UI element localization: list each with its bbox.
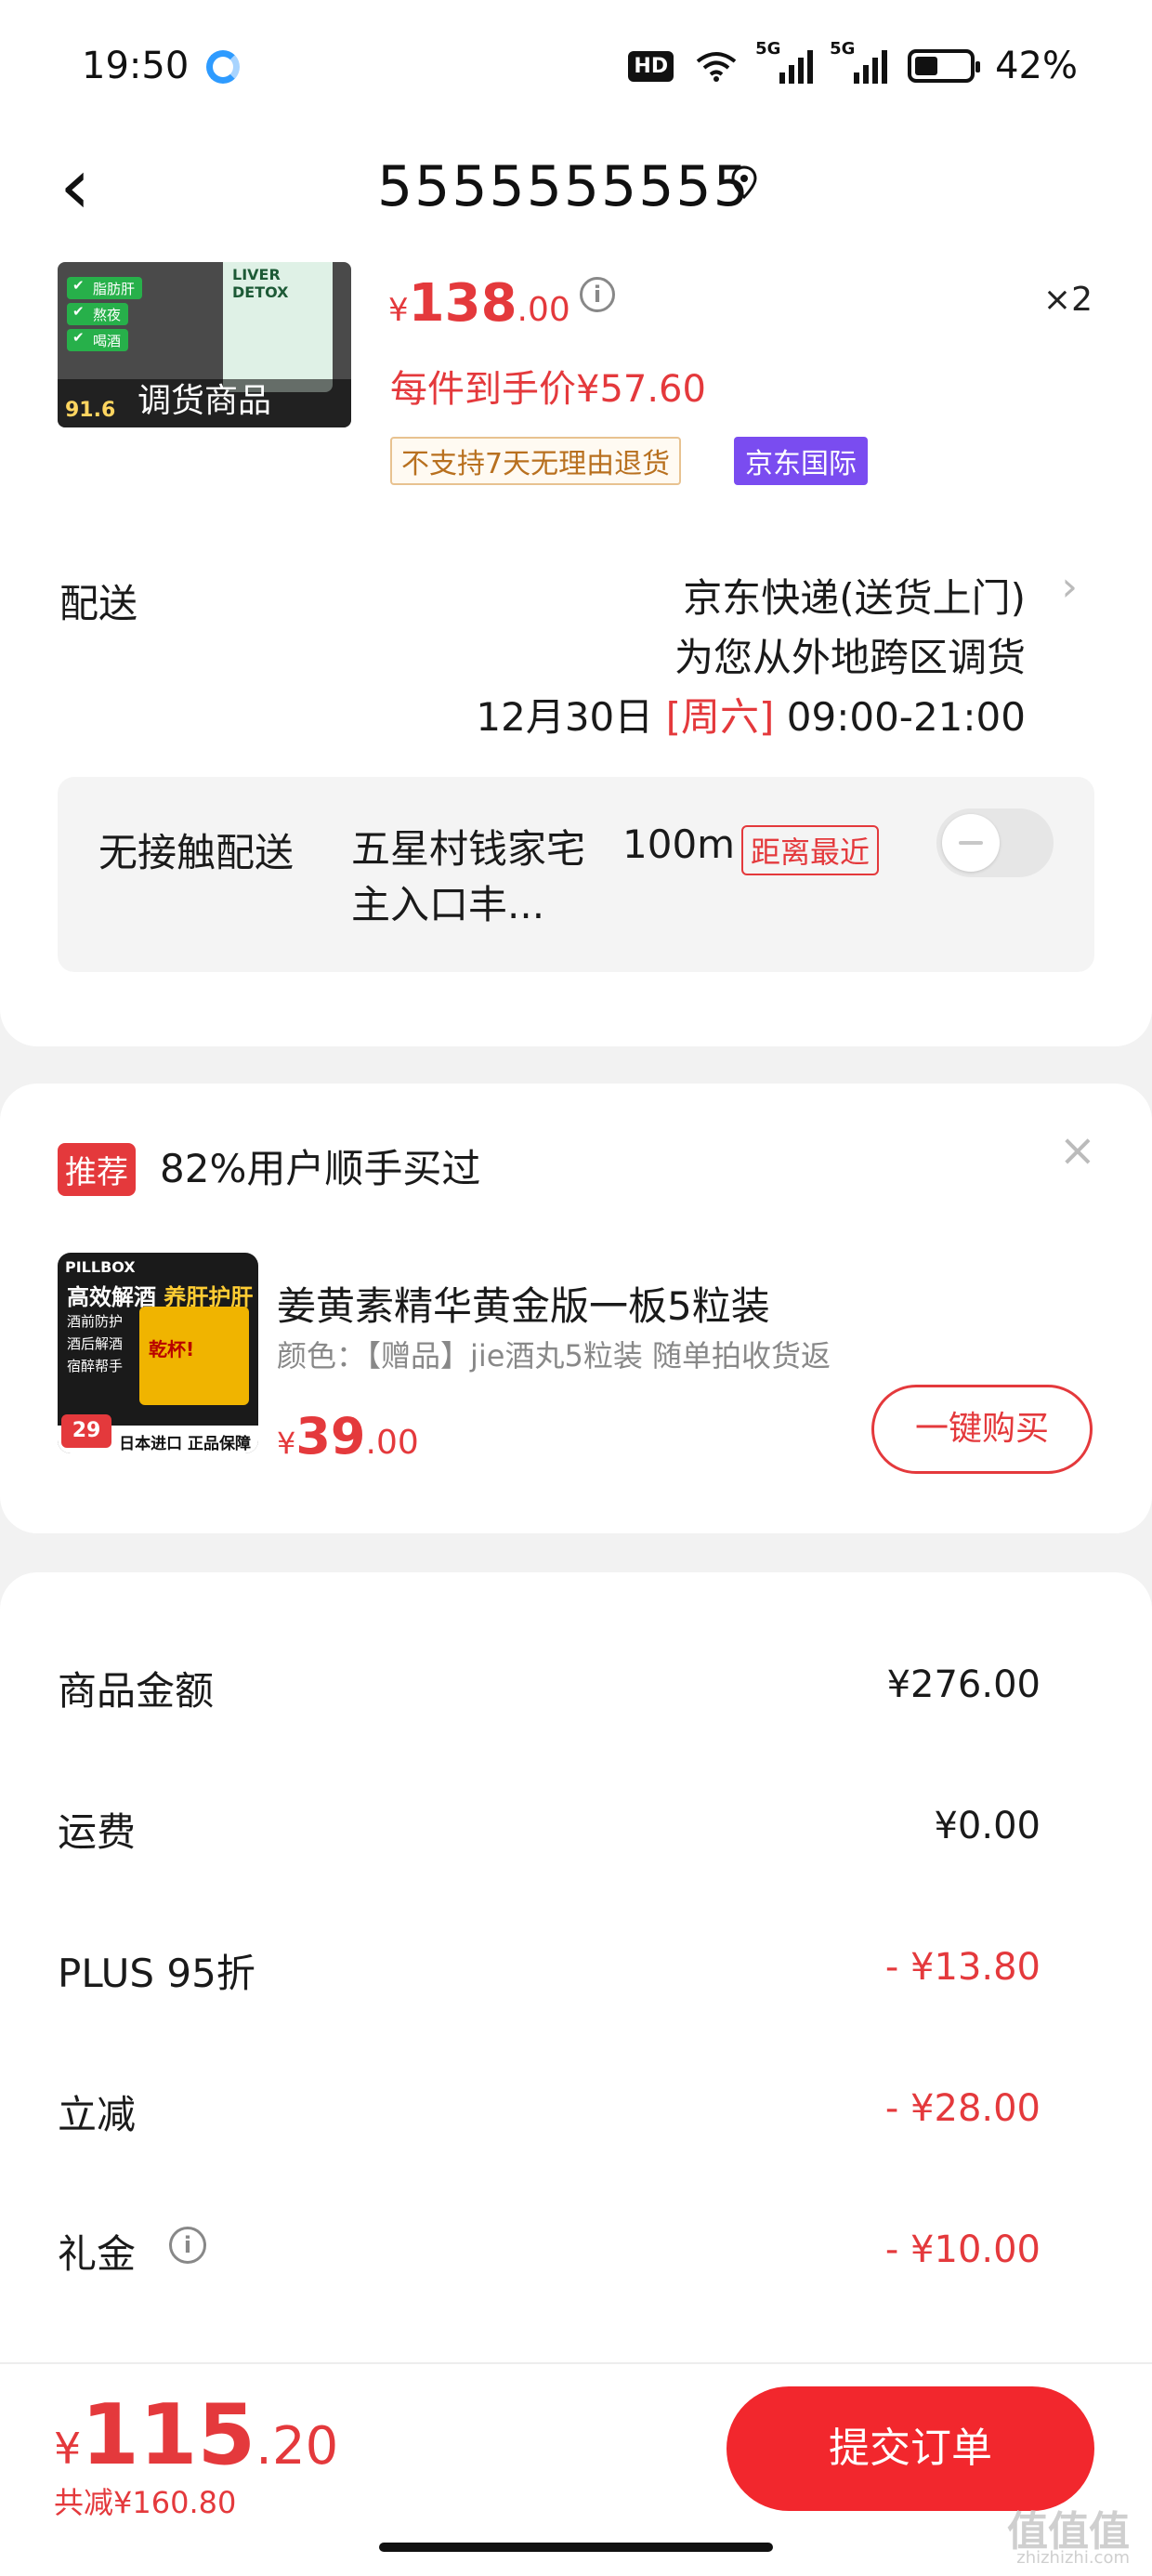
status-icons: HD 5G 5G 42% bbox=[628, 39, 1078, 87]
total-price: ¥115.20 bbox=[54, 2386, 339, 2484]
recommend-price: ¥39.00 bbox=[277, 1407, 419, 1465]
assistant-ring-icon bbox=[206, 50, 240, 84]
hd-voice-icon: HD bbox=[628, 50, 674, 82]
battery-percent: 42% bbox=[995, 45, 1078, 87]
gift-info-icon[interactable]: i bbox=[169, 2227, 206, 2264]
header: ‹ 5555555555 bbox=[0, 139, 1152, 251]
chevron-right-icon[interactable]: › bbox=[1061, 563, 1078, 611]
product-bottle-graphic: LIVER DETOX bbox=[223, 262, 333, 392]
thumb-price-badge: 29 bbox=[61, 1414, 111, 1448]
recommend-product-spec: 颜色：【赠品】jie酒丸5粒装 随单拍收货返 bbox=[277, 1338, 831, 1373]
jd-international-tag: 京东国际 bbox=[734, 437, 868, 485]
recommend-product-name[interactable]: 姜黄素精华黄金版一板5粒装 bbox=[277, 1275, 770, 1332]
dropoff-location: 五星村钱家宅主入口丰... bbox=[351, 826, 586, 927]
nearest-badge: 距离最近 bbox=[741, 825, 880, 875]
amount-label-shipping: 运费 bbox=[58, 1809, 137, 1855]
recommend-product-image[interactable]: PILLBOX 高效解酒 养肝护肝 酒前防护 酒后解酒 宿醉帮手 乾杯! 日本进… bbox=[58, 1253, 258, 1453]
image-pill: 喝酒 bbox=[67, 329, 129, 351]
product-price: ¥138.00 bbox=[388, 273, 570, 334]
signal-5g-icon: 5G bbox=[755, 39, 814, 84]
status-time: 19:50 bbox=[82, 45, 190, 87]
price-info-icon[interactable]: i bbox=[580, 277, 615, 312]
battery-icon bbox=[908, 49, 981, 83]
product-image[interactable]: 脂肪肝 熬夜 喝酒 LIVER DETOX 91.6 调货商品 bbox=[58, 262, 351, 427]
delivery-time[interactable]: 12月30日 [周六] 09:00-21:00 bbox=[476, 686, 1026, 743]
close-icon[interactable]: × bbox=[1059, 1124, 1096, 1176]
dropoff-distance: 100m bbox=[622, 821, 736, 867]
wifi-icon bbox=[696, 52, 737, 82]
product-quantity: ×2 bbox=[1042, 281, 1093, 319]
image-pill: 脂肪肝 bbox=[67, 277, 143, 299]
shipping-label: 配送 bbox=[59, 581, 138, 626]
signal-5g-icon-2: 5G bbox=[830, 39, 888, 84]
amount-label-plus: PLUS 95折 bbox=[58, 1951, 255, 1996]
page-title: 5555555555 bbox=[377, 154, 751, 219]
recommend-card: 推荐 82%用户顺手买过 × PILLBOX 高效解酒 养肝护肝 酒前防护 酒后… bbox=[0, 1084, 1152, 1533]
watermark-url: zhizhizhi.com bbox=[1016, 2548, 1130, 2568]
chevron-left-icon[interactable]: ‹ bbox=[59, 147, 91, 225]
amount-value-gift: - ¥10.00 bbox=[884, 2228, 1041, 2271]
amount-value-plus: - ¥13.80 bbox=[884, 1946, 1041, 1989]
transfer-goods-label: 调货商品 bbox=[137, 382, 271, 420]
status-bar: 19:50 HD 5G 5G 42% bbox=[0, 0, 1152, 139]
shipping-note: 为您从外地跨区调货 bbox=[674, 635, 1026, 680]
thumb-box-graphic: 乾杯! bbox=[139, 1307, 249, 1405]
contactless-label: 无接触配送 bbox=[98, 830, 295, 875]
submit-order-button[interactable]: 提交订单 bbox=[727, 2386, 1094, 2511]
thumb-list: 酒前防护 酒后解酒 宿醉帮手 bbox=[67, 1313, 124, 1374]
recommend-title: 82%用户顺手买过 bbox=[160, 1146, 481, 1191]
location-pin-icon[interactable] bbox=[730, 165, 758, 199]
amount-label-gift: 礼金 bbox=[58, 2231, 137, 2277]
one-click-buy-button[interactable]: 一键购买 bbox=[871, 1385, 1093, 1474]
amount-value-goods: ¥276.00 bbox=[886, 1663, 1041, 1706]
order-product-card: 脂肪肝 熬夜 喝酒 LIVER DETOX 91.6 调货商品 ¥138.00 … bbox=[0, 251, 1152, 1046]
thumb-brand: PILLBOX bbox=[65, 1258, 136, 1276]
amount-label-instant: 立减 bbox=[58, 2092, 137, 2137]
no-return-tag: 不支持7天无理由退货 bbox=[390, 437, 682, 485]
amount-label-goods: 商品金额 bbox=[58, 1668, 215, 1714]
home-indicator[interactable] bbox=[379, 2543, 773, 2552]
image-pill: 熬夜 bbox=[67, 303, 129, 325]
recommend-tag: 推荐 bbox=[58, 1143, 136, 1196]
shipping-method[interactable]: 京东快递(送货上门) bbox=[683, 567, 1026, 624]
total-saved[interactable]: 共减¥160.80 bbox=[54, 2479, 236, 2522]
amount-value-shipping: ¥0.00 bbox=[934, 1805, 1041, 1847]
contactless-toggle[interactable] bbox=[936, 808, 1054, 877]
toggle-knob bbox=[942, 814, 1000, 872]
contactless-delivery-box: 无接触配送 五星村钱家宅主入口丰... 100m 距离最近 bbox=[58, 777, 1094, 972]
amount-value-instant: - ¥28.00 bbox=[884, 2087, 1041, 2130]
unit-price: 每件到手价¥57.60 bbox=[390, 368, 706, 411]
